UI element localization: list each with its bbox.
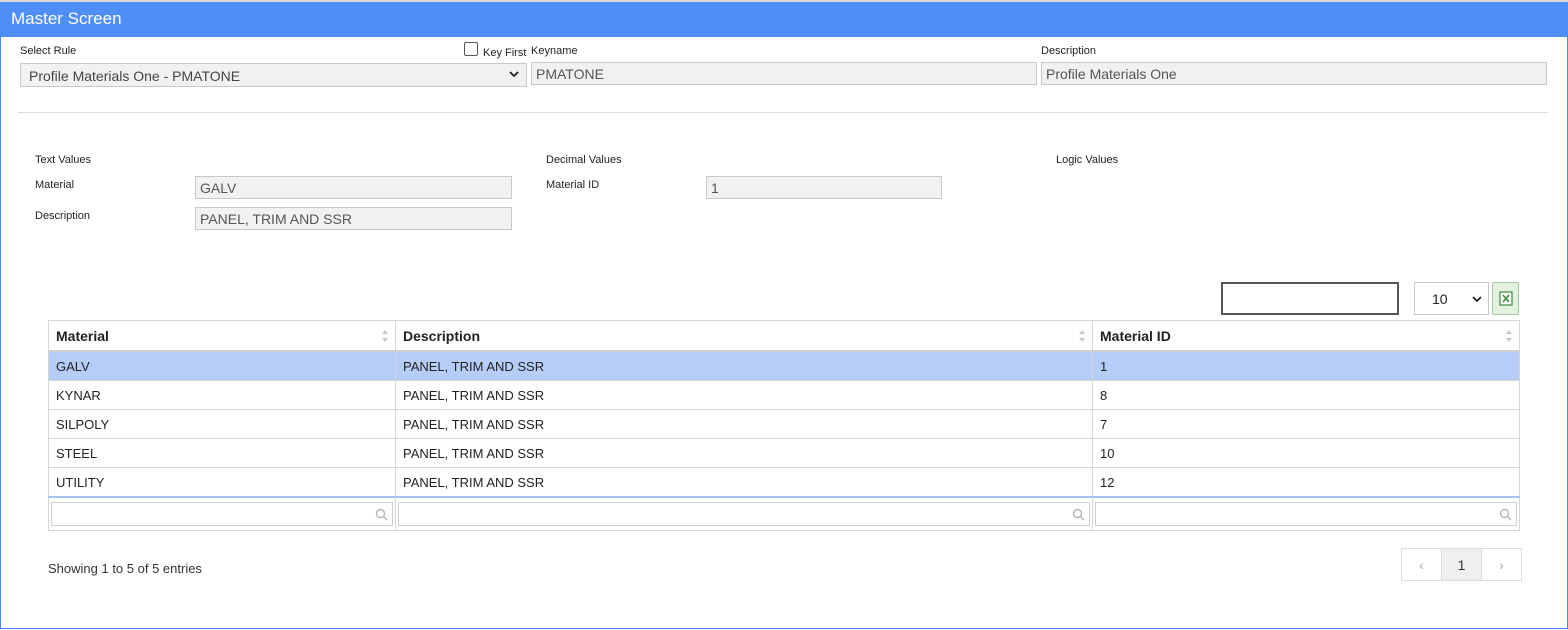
table-row[interactable]: GALV PANEL, TRIM AND SSR 1: [48, 350, 1520, 381]
material-label: Material: [35, 179, 75, 191]
table-row[interactable]: STEEL PANEL, TRIM AND SSR 10: [48, 438, 1520, 468]
keyname-label: Keyname: [531, 45, 578, 57]
table-row[interactable]: KYNAR PANEL, TRIM AND SSR 8: [48, 380, 1520, 410]
materials-table: Material Description Material ID GALV PA…: [48, 320, 1520, 531]
filter-row: [48, 496, 1520, 531]
select-rule-dropdown[interactable]: Profile Materials One - PMATONE: [20, 63, 527, 87]
table-header-row: Material Description Material ID: [48, 320, 1520, 352]
material-id-label: Material ID: [546, 179, 600, 191]
cell-material: SILPOLY: [48, 409, 396, 439]
chevron-down-icon: [509, 71, 519, 78]
cell-material-id: 10: [1092, 438, 1520, 468]
key-first-label: Key First: [483, 47, 527, 59]
description-label: Description: [1041, 45, 1097, 57]
cell-material-id: 8: [1092, 380, 1520, 410]
next-page-button[interactable]: ›: [1482, 549, 1521, 580]
sort-icon: [1506, 330, 1512, 342]
cell-material: GALV: [48, 350, 396, 381]
description-field[interactable]: Profile Materials One: [1041, 62, 1547, 85]
export-excel-button[interactable]: [1492, 282, 1519, 315]
window-title: Master Screen: [11, 9, 122, 28]
cell-description: PANEL, TRIM AND SSR: [395, 350, 1093, 381]
page-size-value: 10: [1432, 291, 1448, 307]
cell-material-id: 12: [1092, 467, 1520, 498]
material-id-field[interactable]: 1: [706, 176, 942, 199]
column-header-material[interactable]: Material: [48, 320, 396, 352]
prev-page-button[interactable]: ‹: [1402, 549, 1441, 580]
cell-description: PANEL, TRIM AND SSR: [395, 438, 1093, 468]
keyname-field[interactable]: PMATONE: [531, 62, 1037, 85]
cell-description: PANEL, TRIM AND SSR: [395, 467, 1093, 498]
key-first-checkbox[interactable]: [464, 42, 478, 56]
search-icon: [375, 508, 388, 521]
excel-icon: [1499, 291, 1513, 306]
column-header-description[interactable]: Description: [395, 320, 1093, 352]
filter-material-input[interactable]: [51, 502, 393, 526]
cell-material: STEEL: [48, 438, 396, 468]
material-field[interactable]: GALV: [195, 176, 512, 199]
sort-icon: [1079, 330, 1085, 342]
select-rule-value: Profile Materials One - PMATONE: [29, 68, 241, 84]
table-search-input[interactable]: [1221, 282, 1399, 315]
text-values-heading: Text Values: [35, 154, 92, 166]
filter-material-id-input[interactable]: [1095, 502, 1517, 526]
logic-values-heading: Logic Values: [1056, 154, 1119, 166]
column-header-material-id[interactable]: Material ID: [1092, 320, 1520, 352]
cell-description: PANEL, TRIM AND SSR: [395, 409, 1093, 439]
sort-icon: [382, 330, 388, 342]
pagination: ‹ 1 ›: [1401, 548, 1522, 581]
title-bar: Master Screen: [0, 0, 1568, 37]
value-description-field[interactable]: PANEL, TRIM AND SSR: [195, 207, 512, 230]
cell-material-id: 1: [1092, 350, 1520, 381]
table-info: Showing 1 to 5 of 5 entries: [48, 561, 202, 576]
section-divider: [18, 112, 1548, 113]
page-size-select[interactable]: 10: [1414, 282, 1489, 315]
decimal-values-heading: Decimal Values: [546, 154, 622, 166]
filter-description-input[interactable]: [398, 502, 1090, 526]
value-description-label: Description: [35, 210, 91, 222]
chevron-down-icon: [1472, 296, 1482, 303]
select-rule-label: Select Rule: [20, 45, 77, 57]
table-row[interactable]: SILPOLY PANEL, TRIM AND SSR 7: [48, 409, 1520, 439]
page-1-button[interactable]: 1: [1441, 549, 1482, 580]
search-icon: [1072, 508, 1085, 521]
cell-material: KYNAR: [48, 380, 396, 410]
cell-description: PANEL, TRIM AND SSR: [395, 380, 1093, 410]
table-row[interactable]: UTILITY PANEL, TRIM AND SSR 12: [48, 467, 1520, 498]
search-icon: [1499, 508, 1512, 521]
cell-material-id: 7: [1092, 409, 1520, 439]
cell-material: UTILITY: [48, 467, 396, 498]
